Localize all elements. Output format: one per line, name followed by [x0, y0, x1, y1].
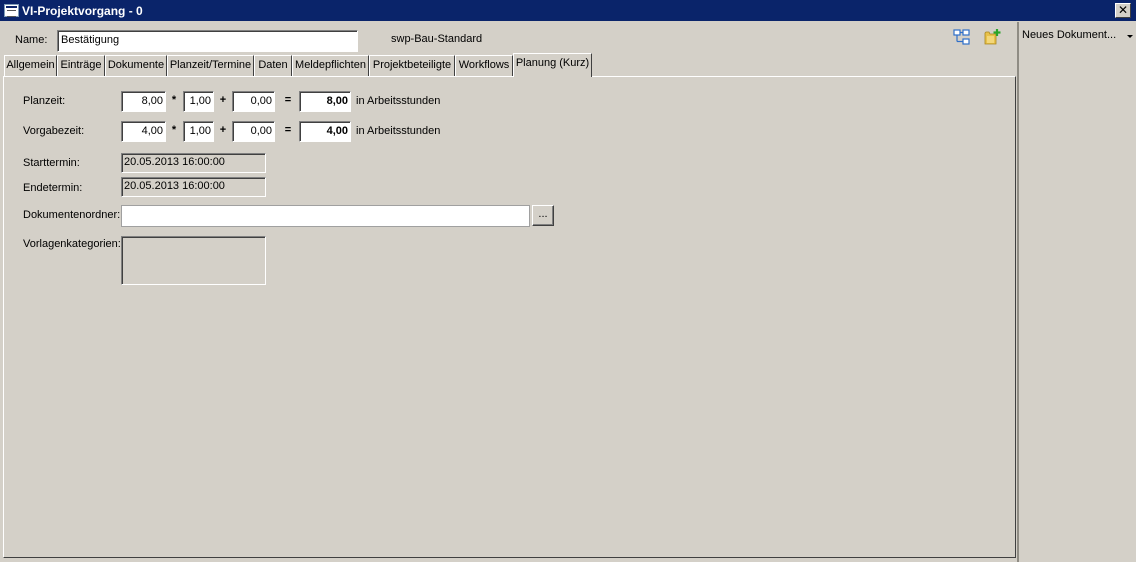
dokumentenordner-input[interactable]	[121, 205, 530, 227]
starttermin-field: 20.05.2013 16:00:00	[121, 153, 266, 173]
name-input[interactable]: Bestätigung	[57, 30, 358, 52]
tab-daten[interactable]: Daten	[254, 55, 292, 76]
name-label: Name:	[15, 34, 48, 46]
template-name: swp-Bau-Standard	[391, 33, 483, 45]
tab-planung-kurz[interactable]: Planung (Kurz)	[513, 53, 592, 77]
title-bar: VI-Projektvorgang - 0 ✕	[0, 0, 1136, 22]
vorgabezeit-factor-input[interactable]: 1,00	[183, 121, 214, 142]
tab-dokumente[interactable]: Dokumente	[105, 55, 167, 76]
tab-workflows[interactable]: Workflows	[455, 55, 513, 76]
multiply-operator: *	[171, 94, 177, 106]
close-button[interactable]: ✕	[1115, 3, 1131, 18]
multiply-operator: *	[171, 124, 177, 136]
folder-add-icon[interactable]	[983, 28, 1001, 46]
form-window-icon	[4, 4, 19, 17]
vorgabezeit-result: 4,00	[299, 121, 351, 142]
tab-meldepflichten[interactable]: Meldepflichten	[292, 55, 369, 76]
vorgabezeit-unit: in Arbeitsstunden	[356, 125, 441, 137]
starttermin-label: Starttermin:	[23, 157, 80, 169]
vorgabezeit-addend-input[interactable]: 0,00	[232, 121, 275, 142]
tab-allgemein[interactable]: Allgemein	[4, 55, 57, 76]
new-document-label: Neues Dokument...	[1022, 29, 1117, 41]
planzeit-value-input[interactable]: 8,00	[121, 91, 166, 112]
tab-planzeit-termine[interactable]: Planzeit/Termine	[167, 55, 254, 76]
vorgabezeit-value-input[interactable]: 4,00	[121, 121, 166, 142]
vorlagenkategorien-list[interactable]	[121, 236, 266, 285]
plus-operator: +	[219, 94, 227, 106]
equals-operator: =	[284, 124, 292, 136]
planzeit-factor-input[interactable]: 1,00	[183, 91, 214, 112]
planzeit-result: 8,00	[299, 91, 351, 112]
vorlagenkategorien-label: Vorlagenkategorien:	[23, 238, 121, 250]
tab-panel-planung-kurz	[3, 76, 1016, 558]
vorgabezeit-label: Vorgabezeit:	[23, 125, 85, 137]
tab-eintraege[interactable]: Einträge	[57, 55, 105, 76]
new-document-dropdown[interactable]: Neues Dokument...	[1022, 27, 1134, 45]
tab-projektbeteiligte[interactable]: Projektbeteiligte	[369, 55, 455, 76]
plus-operator: +	[219, 124, 227, 136]
close-icon: ✕	[1117, 3, 1129, 17]
window-title: VI-Projektvorgang - 0	[22, 4, 143, 18]
endetermin-field: 20.05.2013 16:00:00	[121, 177, 266, 197]
browse-folder-button[interactable]: ...	[532, 205, 554, 226]
endetermin-label: Endetermin:	[23, 182, 83, 194]
process-tree-icon[interactable]	[953, 29, 971, 45]
side-panel: Neues Dokument...	[1017, 22, 1136, 562]
planzeit-unit: in Arbeitsstunden	[356, 95, 441, 107]
chevron-down-icon	[1127, 35, 1133, 38]
dokumentenordner-label: Dokumentenordner:	[23, 209, 121, 221]
planzeit-label: Planzeit:	[23, 95, 66, 107]
planzeit-addend-input[interactable]: 0,00	[232, 91, 275, 112]
equals-operator: =	[284, 94, 292, 106]
